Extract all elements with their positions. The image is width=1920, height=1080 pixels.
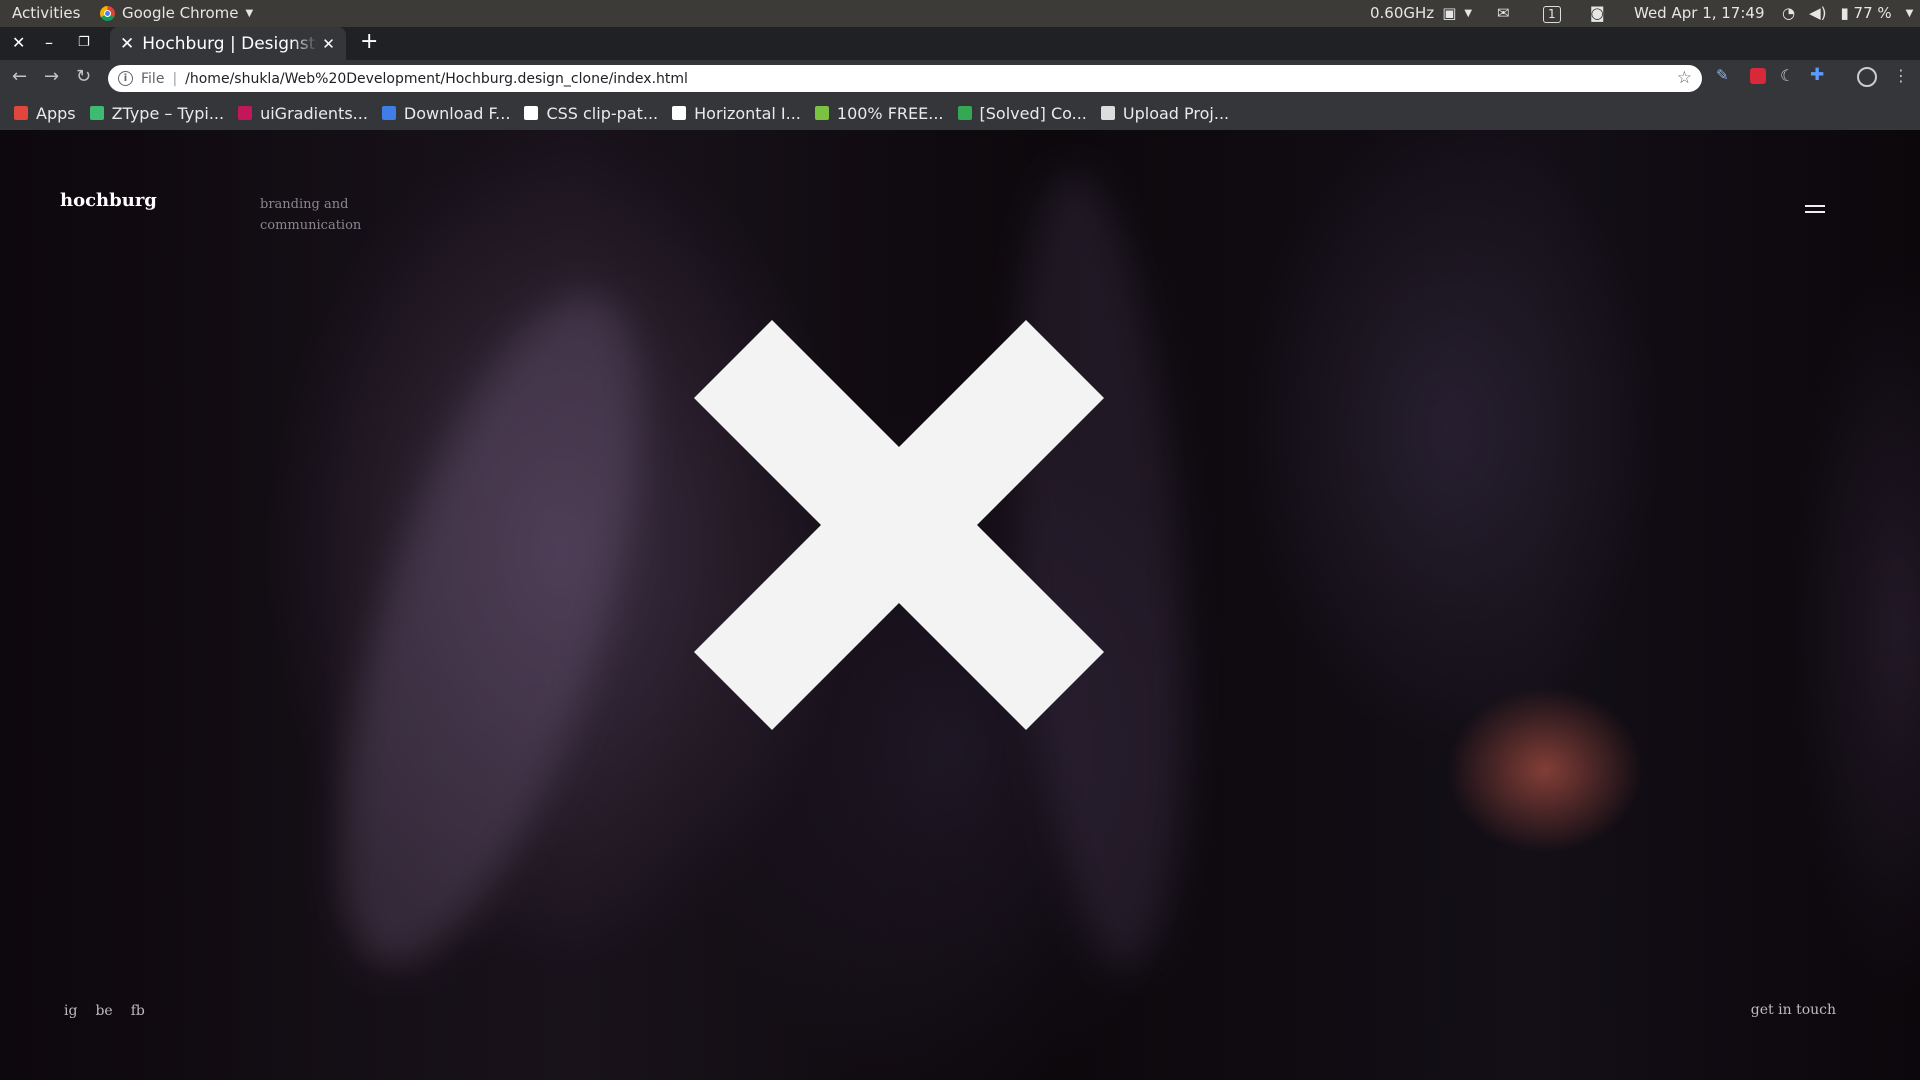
bookmark-item[interactable]: [Solved] Co... [957, 103, 1087, 123]
bookmarks-bar: Apps ZType – Typi... uiGradients... Downloa… [0, 96, 1920, 130]
hero-section: hochburg branding and communication ig be… [0, 130, 1920, 1080]
url-scheme: File [141, 70, 165, 87]
pen-extension-icon[interactable]: ✎ [1716, 66, 1732, 84]
mail-notifier-icon[interactable]: ✉ [1497, 4, 1510, 22]
app-menu-label: Google Chrome [122, 4, 239, 22]
close-window-icon[interactable]: ✕ [12, 33, 25, 52]
hamburger-menu-icon[interactable] [1805, 205, 1825, 213]
site-tagline: branding and communication [260, 197, 362, 233]
forward-icon[interactable]: → [44, 66, 59, 87]
uigradients-icon [238, 106, 253, 120]
puzzle-extension-icon[interactable]: ✚ [1810, 65, 1826, 85]
system-menu[interactable]: ◔ ◀) ▮ 77 % ▼ [1782, 4, 1913, 22]
profile-avatar[interactable] [1857, 67, 1877, 87]
address-bar[interactable]: i File | /home/shukla/Web%20Development/… [108, 65, 1702, 92]
hochburg-favicon-icon: ✕ [120, 33, 135, 54]
bookmark-label: Apps [36, 103, 76, 123]
bookmark-label: Download F... [403, 103, 511, 123]
solved-icon [957, 106, 972, 120]
chevron-down-icon: ▼ [1464, 7, 1473, 19]
restore-window-icon[interactable]: ❐ [78, 35, 90, 50]
minimize-window-icon[interactable]: – [45, 33, 53, 52]
moon-extension-icon[interactable]: ☾ [1780, 66, 1796, 85]
bookmark-label: uiGradients... [260, 103, 368, 123]
cpu-indicator[interactable]: 0.60GHz ▣ ▼ [1370, 4, 1472, 22]
bookmark-item[interactable]: Horizontal I... [672, 104, 801, 123]
codepen-icon [672, 106, 687, 120]
site-logo[interactable]: hochburg [60, 190, 157, 211]
info-icon[interactable]: i [118, 71, 133, 86]
hochburg-x-logo-icon [694, 320, 1104, 730]
tab-title: Hochburg | Designstudio [142, 33, 318, 54]
chevron-down-icon: ▼ [1905, 7, 1914, 19]
workspace-indicator[interactable]: 1 [1543, 4, 1561, 23]
social-link-fb[interactable]: fb [131, 1003, 145, 1019]
battery-status: ▮ 77 % [1840, 4, 1892, 22]
download-icon [381, 106, 396, 120]
chevron-down-icon: ▼ [245, 7, 254, 19]
get-in-touch-link[interactable]: get in touch [1751, 1002, 1836, 1018]
bookmark-label: 100% FREE... [836, 103, 944, 123]
bookmark-item[interactable]: Download F... [381, 103, 511, 123]
chrome-logo-icon [100, 5, 115, 21]
bookmark-item[interactable]: uiGradients... [238, 104, 368, 123]
red-extension-icon[interactable] [1750, 68, 1766, 84]
background-video-fold [277, 263, 703, 997]
clock[interactable]: Wed Apr 1, 17:49 [1634, 4, 1765, 22]
social-link-be[interactable]: be [95, 1003, 112, 1019]
menu-kebab-icon[interactable]: ⋮ [1893, 66, 1909, 85]
tab-strip: ✕ – ❐ ✕ Hochburg | Designstudio ✕ + [0, 27, 1920, 60]
social-link-ig[interactable]: ig [64, 1003, 77, 1019]
browser-toolbar: ← → ↻ i File | /home/shukla/Web%20Develo… [0, 60, 1920, 96]
bookmark-item[interactable]: 100% FREE... [814, 103, 944, 123]
chip-icon: ▣ [1442, 4, 1457, 22]
bookmark-label: Horizontal I... [694, 103, 801, 123]
social-links: ig be fb [64, 1003, 145, 1019]
bookmark-label: Upload Proj... [1122, 103, 1230, 123]
url-separator: | [172, 70, 178, 87]
volume-icon: ◀) [1809, 4, 1827, 22]
screenshot-icon[interactable]: ◙ [1590, 4, 1605, 22]
ztype-icon [89, 106, 104, 120]
app-menu[interactable]: Google Chrome ▼ [100, 4, 253, 22]
bookmark-label: CSS clip-pat... [546, 103, 659, 123]
close-tab-icon[interactable]: ✕ [322, 35, 335, 53]
tab-hochburg[interactable]: ✕ Hochburg | Designstudio ✕ [110, 27, 346, 60]
new-tab-icon[interactable]: + [360, 29, 378, 54]
bookmark-item[interactable]: Apps [14, 104, 76, 123]
battery-icon: ▮ [1840, 4, 1849, 22]
apps-grid-icon [14, 106, 28, 120]
activities-button[interactable]: Activities [12, 4, 80, 22]
back-icon[interactable]: ← [12, 66, 27, 87]
system-top-bar: Activities Google Chrome ▼ 0.60GHz ▣ ▼ ✉… [0, 0, 1920, 27]
wifi-icon: ◔ [1782, 4, 1796, 22]
reload-icon[interactable]: ↻ [76, 66, 91, 87]
bookmark-label: ZType – Typi... [111, 103, 225, 123]
tm-icon [1100, 106, 1115, 120]
bookmark-star-icon[interactable]: ☆ [1677, 68, 1692, 88]
bookmark-item[interactable]: Upload Proj... [1100, 103, 1230, 123]
bookmark-item[interactable]: ZType – Typi... [89, 103, 225, 123]
bookmark-label: [Solved] Co... [979, 103, 1087, 123]
leaf-icon [814, 106, 829, 120]
url-text[interactable]: /home/shukla/Web%20Development/Hochburg.… [185, 71, 688, 87]
bookmark-item[interactable]: CSS clip-pat... [524, 104, 658, 123]
codepen-icon [524, 106, 539, 120]
cpu-frequency: 0.60GHz [1370, 4, 1435, 22]
